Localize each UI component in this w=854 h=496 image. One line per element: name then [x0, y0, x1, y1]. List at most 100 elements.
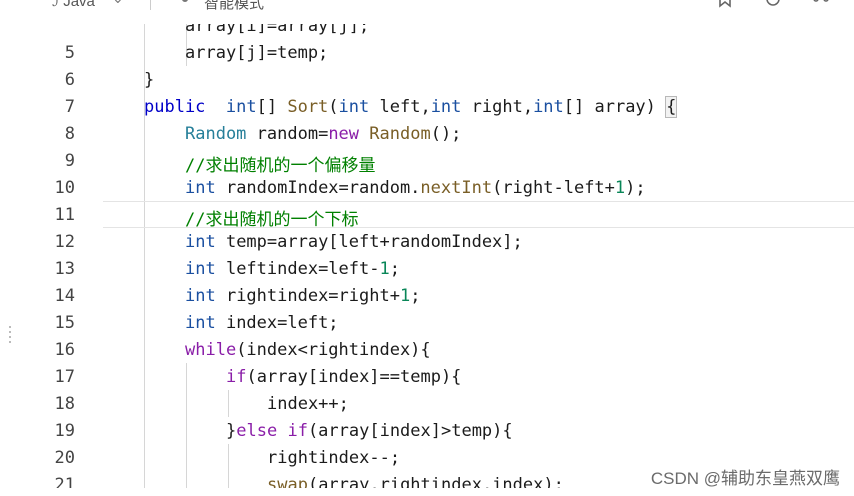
code-line[interactable]: 13 int leftindex=left-1;: [0, 255, 854, 282]
code-text: int rightindex=right+1;: [185, 286, 420, 306]
line-number: 19: [54, 421, 75, 441]
code-line[interactable]: 10 int randomIndex=random.nextInt(right-l…: [0, 174, 854, 201]
refresh-icon[interactable]: [764, 0, 782, 8]
code-token: ;: [410, 286, 421, 306]
code-token: rightindex=right+: [215, 286, 400, 306]
code-line[interactable]: 18 index++;: [0, 390, 854, 417]
watermark: CSDN @辅助东皇燕双鹰: [650, 469, 840, 488]
code-text: public int[] Sort(int left,int right,int…: [144, 96, 678, 118]
mode-indicator-dot: [182, 0, 188, 2]
indent-guide: [144, 174, 145, 201]
indent-guide: [144, 24, 145, 39]
line-number: 12: [54, 232, 75, 252]
chevron-down-icon[interactable]: ⌄: [112, 0, 124, 7]
line-number: 11: [54, 205, 75, 225]
code-editor[interactable]: array[i]=array[j]; 5 array[j]=temp; 6} 7 publ…: [0, 24, 854, 488]
line-number: 7: [64, 97, 75, 117]
indent-guide: [186, 363, 187, 390]
code-token: (right-left+: [492, 178, 615, 198]
indent-guide: [228, 471, 229, 488]
mode-label[interactable]: 智能模式: [204, 0, 264, 13]
code-line[interactable]: 17 if(array[index]==temp){: [0, 363, 854, 390]
code-token: int: [185, 232, 216, 252]
indent-guide: [144, 147, 145, 174]
code-token: Sort: [287, 97, 329, 117]
code-text: array[j]=temp;: [185, 43, 328, 63]
code-token: int: [533, 97, 564, 117]
code-text: int randomIndex=random.nextInt(right-lef…: [185, 178, 646, 198]
indent-guide: [186, 390, 187, 417]
share-icon[interactable]: [812, 0, 830, 8]
line-number: 13: [54, 259, 75, 279]
indent-guide: [144, 336, 145, 363]
indent-guide: [144, 201, 145, 228]
language-icon: ℐ: [52, 0, 64, 10]
code-token: ;: [389, 259, 400, 279]
code-token: array[j]=temp;: [185, 43, 329, 63]
line-number: 18: [54, 394, 75, 414]
code-token: }: [226, 421, 237, 441]
code-token: index++;: [267, 394, 349, 414]
code-token: temp=array[left+randomIndex];: [215, 232, 523, 252]
code-line[interactable]: 7 public int[] Sort(int left,int right,in…: [0, 93, 854, 120]
line-number: 21: [54, 475, 75, 488]
language-selector[interactable]: ℐ Java: [52, 0, 95, 10]
code-token: 1: [379, 259, 390, 279]
code-token: [] array): [563, 97, 667, 117]
code-line[interactable]: 6}: [0, 66, 854, 93]
code-text: rightindex--;: [267, 448, 400, 468]
code-line[interactable]: 5 array[j]=temp;: [0, 39, 854, 66]
indent-guide: [144, 309, 145, 336]
code-line[interactable]: 14 int rightindex=right+1;: [0, 282, 854, 309]
code-token: right,: [461, 97, 534, 117]
code-line[interactable]: 12 int temp=array[left+randomIndex];: [0, 228, 854, 255]
code-text: Random random=new Random();: [185, 124, 461, 144]
code-token: 1: [614, 178, 626, 198]
bookmark-icon[interactable]: [716, 0, 734, 8]
code-token: []: [256, 97, 288, 117]
code-token: (: [328, 97, 339, 117]
code-token: //求出随机的一个偏移量: [185, 156, 376, 176]
indent-guide: [186, 444, 187, 471]
indent-guide: [144, 471, 145, 488]
indent-guide: [144, 417, 145, 444]
code-text: }: [144, 70, 154, 90]
code-token: int: [185, 178, 216, 198]
indent-guide: [144, 390, 145, 417]
code-text: while(index<rightindex){: [185, 340, 431, 360]
code-token: if: [226, 367, 247, 387]
code-line[interactable]: 8 Random random=new Random();: [0, 120, 854, 147]
line-number: 17: [54, 367, 75, 387]
line-number: 8: [64, 124, 75, 144]
code-text: swap(array,rightindex,index);: [267, 475, 564, 488]
code-token: (array,rightindex,index);: [307, 475, 564, 488]
code-token: int: [185, 313, 216, 333]
code-line[interactable]: 9 //求出随机的一个偏移量: [0, 147, 854, 176]
language-label: Java: [63, 0, 95, 10]
code-token: nextInt: [420, 178, 493, 198]
code-token: int: [185, 286, 216, 306]
code-text: int index=left;: [185, 313, 339, 333]
indent-guide: [228, 444, 229, 471]
line-number: 9: [64, 151, 75, 171]
code-line[interactable]: 16 while(index<rightindex){: [0, 336, 854, 363]
code-line[interactable]: 19 }else if(array[index]>temp){: [0, 417, 854, 444]
code-line[interactable]: 15 int index=left;: [0, 309, 854, 336]
line-number: 15: [54, 313, 75, 333]
code-token: public: [144, 97, 206, 117]
indent-guide: [186, 471, 187, 488]
code-token: int: [430, 97, 462, 117]
code-text: }else if(array[index]>temp){: [226, 421, 513, 441]
code-token: while: [185, 340, 237, 360]
code-token: int: [225, 97, 257, 117]
code-line[interactable]: 11 //求出随机的一个下标: [0, 201, 854, 230]
indent-guide: [144, 120, 145, 147]
code-line[interactable]: array[i]=array[j];: [0, 24, 854, 39]
line-number: 10: [54, 178, 75, 198]
code-text: //求出随机的一个偏移量: [185, 151, 375, 176]
code-token: {: [665, 96, 678, 118]
code-token: index=left;: [215, 313, 339, 333]
code-text: int temp=array[left+randomIndex];: [185, 232, 523, 252]
